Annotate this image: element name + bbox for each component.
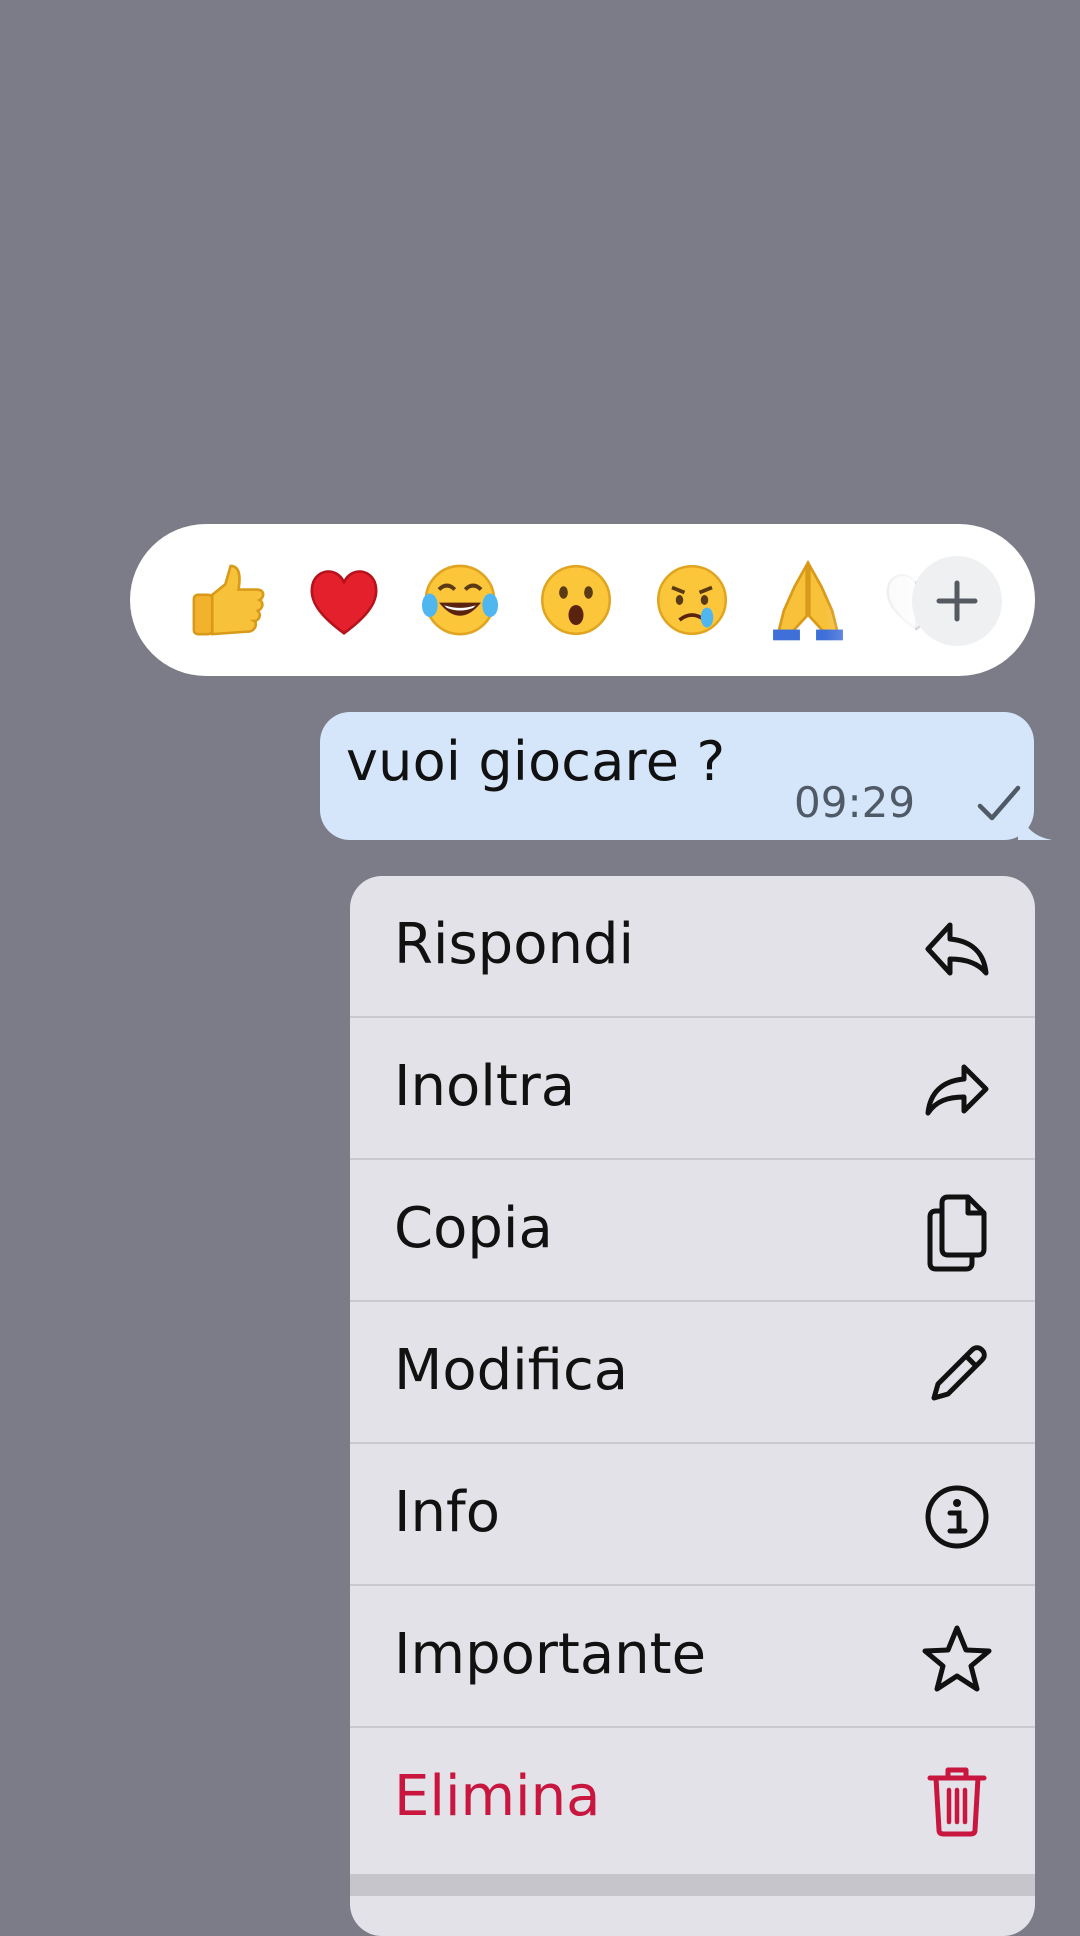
info-icon	[920, 1480, 994, 1554]
message-text: vuoi giocare ?	[346, 730, 726, 793]
menu-item-label: Modifica	[394, 1338, 629, 1403]
menu-item-label: Importante	[394, 1622, 707, 1687]
menu-item-reply[interactable]: Rispondi	[350, 876, 1035, 1018]
trash-icon	[920, 1764, 994, 1838]
reaction-open-mouth[interactable]	[522, 546, 630, 654]
menu-item-label: Elimina	[394, 1764, 601, 1829]
reaction-crying-face[interactable]	[638, 546, 746, 654]
menu-item-label: Copia	[394, 1196, 553, 1261]
more-reactions-button[interactable]	[912, 556, 1002, 646]
reaction-bar	[130, 524, 1035, 676]
menu-item-edit[interactable]: Modifica	[350, 1302, 1035, 1444]
bubble-tail	[1018, 802, 1052, 840]
menu-item-star[interactable]: Importante	[350, 1586, 1035, 1728]
crying-face-icon	[657, 565, 727, 635]
message-time: 09:29	[794, 778, 916, 827]
menu-item-label: Rispondi	[394, 912, 635, 977]
menu-item-forward[interactable]: Inoltra	[350, 1018, 1035, 1160]
tears-of-joy-icon	[421, 564, 499, 636]
reaction-folded-hands[interactable]	[754, 546, 862, 654]
message-bubble[interactable]: vuoi giocare ? 09:29	[320, 712, 1034, 840]
menu-item-label: Inoltra	[394, 1054, 576, 1119]
reaction-tears-of-joy[interactable]	[406, 546, 514, 654]
copy-icon	[920, 1194, 994, 1272]
reaction-red-heart[interactable]	[290, 546, 398, 654]
menu-item-info[interactable]: Info	[350, 1444, 1035, 1586]
menu-item-label: Info	[394, 1480, 500, 1545]
open-mouth-icon	[541, 565, 611, 635]
reaction-thumbs-up[interactable]	[174, 546, 282, 654]
reply-icon	[920, 912, 994, 986]
chat-backdrop[interactable]: vuoi giocare ? 09:29 Rispondi Inoltra Co…	[0, 0, 1080, 1936]
menu-item-delete[interactable]: Elimina	[350, 1728, 1035, 1870]
thumbs-up-icon	[192, 564, 265, 636]
plus-icon	[936, 580, 978, 622]
pencil-icon	[920, 1338, 994, 1412]
forward-icon	[920, 1054, 994, 1128]
red-heart-icon	[310, 570, 378, 635]
menu-item-copy[interactable]: Copia	[350, 1160, 1035, 1302]
single-check-icon	[977, 785, 1021, 821]
folded-hands-icon	[773, 559, 843, 641]
star-icon	[920, 1622, 994, 1696]
menu-separator	[350, 1874, 1035, 1896]
message-context-menu: Rispondi Inoltra Copia Modifica Info Imp…	[350, 876, 1035, 1936]
